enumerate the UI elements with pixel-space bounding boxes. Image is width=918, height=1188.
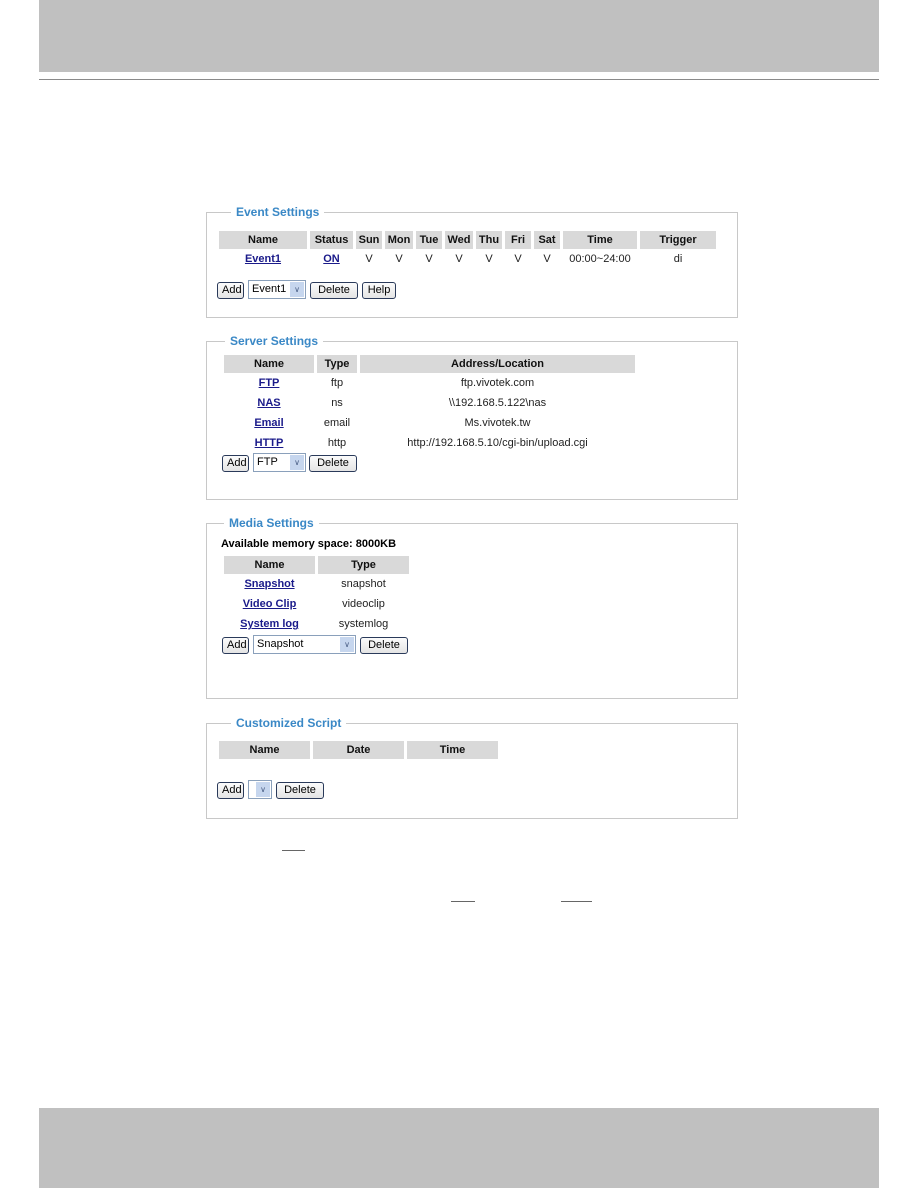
media-add-button[interactable]: Add xyxy=(222,637,249,654)
table-row: Video Clip videoclip xyxy=(224,594,409,614)
col-sat: Sat xyxy=(534,231,560,249)
server-name-link[interactable]: NAS xyxy=(257,397,280,409)
server-name-link[interactable]: Email xyxy=(254,417,283,429)
script-delete-button[interactable]: Delete xyxy=(276,782,324,799)
cell-address: http://192.168.5.10/cgi-bin/upload.cgi xyxy=(407,437,588,449)
media-table-header: Name Type xyxy=(224,556,409,574)
cell-type: ns xyxy=(331,397,343,409)
server-select-value: FTP xyxy=(257,456,278,468)
event-settings-panel: Event Settings Name Status Sun Mon Tue W… xyxy=(206,204,738,318)
col-name: Name xyxy=(224,355,314,373)
table-row: Email email Ms.vivotek.tw xyxy=(224,413,635,433)
event-status-link[interactable]: ON xyxy=(323,253,340,265)
header-banner xyxy=(39,0,879,72)
cell-address: ftp.vivotek.com xyxy=(460,377,535,389)
media-name-link[interactable]: Snapshot xyxy=(244,578,294,590)
media-table: Name Type Snapshot snapshot Video Clip v… xyxy=(221,556,412,634)
media-select[interactable]: Snapshot ∨ xyxy=(253,635,356,654)
server-delete-button[interactable]: Delete xyxy=(309,455,357,472)
cell-sat: V xyxy=(543,253,551,265)
customized-script-panel: Customized Script Name Date Time Add ∨ D… xyxy=(206,715,738,819)
media-name-link[interactable]: System log xyxy=(240,618,299,630)
col-name: Name xyxy=(219,231,307,249)
server-select[interactable]: FTP ∨ xyxy=(253,453,306,472)
cell-wed: V xyxy=(455,253,463,265)
underline-mark xyxy=(561,901,592,902)
script-table: Name Date Time xyxy=(216,741,501,759)
cell-mon: V xyxy=(395,253,403,265)
event-help-button[interactable]: Help xyxy=(362,282,396,299)
chevron-down-icon[interactable]: ∨ xyxy=(290,455,304,470)
col-address: Address/Location xyxy=(360,355,635,373)
footer-banner xyxy=(39,1108,879,1188)
customized-script-title: Customized Script xyxy=(231,715,347,731)
chevron-down-icon[interactable]: ∨ xyxy=(290,282,304,297)
script-select[interactable]: ∨ xyxy=(248,780,272,799)
event-select-value: Event1 xyxy=(252,283,287,295)
col-wed: Wed xyxy=(445,231,473,249)
media-name-link[interactable]: Video Clip xyxy=(243,598,297,610)
underline-mark xyxy=(451,901,475,902)
cell-sun: V xyxy=(365,253,373,265)
col-thu: Thu xyxy=(476,231,502,249)
server-settings-title: Server Settings xyxy=(225,333,324,349)
chevron-down-icon[interactable]: ∨ xyxy=(256,782,270,797)
script-add-button[interactable]: Add xyxy=(217,782,244,799)
media-select-value: Snapshot xyxy=(257,638,304,650)
event-delete-button[interactable]: Delete xyxy=(310,282,358,299)
cell-type: videoclip xyxy=(342,598,385,610)
col-status: Status xyxy=(310,231,353,249)
media-settings-panel: Media Settings Available memory space: 8… xyxy=(206,515,738,699)
server-table: Name Type Address/Location FTP ftp ftp.v… xyxy=(221,355,638,453)
cell-tue: V xyxy=(425,253,433,265)
underline-mark xyxy=(282,850,305,851)
chevron-down-icon[interactable]: ∨ xyxy=(340,637,354,652)
cell-type: http xyxy=(327,437,347,449)
col-tue: Tue xyxy=(416,231,442,249)
col-name: Name xyxy=(219,741,310,759)
cell-type: ftp xyxy=(330,377,344,389)
col-trigger: Trigger xyxy=(640,231,716,249)
available-memory: Available memory space: 8000KB xyxy=(221,538,397,550)
cell-address: \\192.168.5.122\nas xyxy=(448,397,547,409)
cell-address: Ms.vivotek.tw xyxy=(464,417,531,429)
cell-type: email xyxy=(323,417,351,429)
table-row: HTTP http http://192.168.5.10/cgi-bin/up… xyxy=(224,433,635,453)
media-settings-title: Media Settings xyxy=(224,515,319,531)
col-mon: Mon xyxy=(385,231,413,249)
table-row: NAS ns \\192.168.5.122\nas xyxy=(224,393,635,413)
server-name-link[interactable]: FTP xyxy=(259,377,280,389)
col-date: Date xyxy=(313,741,404,759)
event-select[interactable]: Event1 ∨ xyxy=(248,280,306,299)
col-sun: Sun xyxy=(356,231,382,249)
col-fri: Fri xyxy=(505,231,531,249)
event-name-link[interactable]: Event1 xyxy=(245,253,281,265)
event-settings-title: Event Settings xyxy=(231,204,325,220)
cell-type: snapshot xyxy=(341,578,386,590)
cell-fri: V xyxy=(514,253,522,265)
media-delete-button[interactable]: Delete xyxy=(360,637,408,654)
cell-thu: V xyxy=(485,253,493,265)
col-type: Type xyxy=(317,355,357,373)
table-row: Event1 ON V V V V V V V 00:00~24:00 di xyxy=(219,249,716,269)
table-row: FTP ftp ftp.vivotek.com xyxy=(224,373,635,393)
header-divider xyxy=(39,79,879,80)
col-time: Time xyxy=(563,231,637,249)
server-add-button[interactable]: Add xyxy=(222,455,249,472)
event-add-button[interactable]: Add xyxy=(217,282,244,299)
cell-trigger: di xyxy=(673,253,683,265)
server-name-link[interactable]: HTTP xyxy=(255,437,284,449)
server-settings-panel: Server Settings Name Type Address/Locati… xyxy=(206,333,738,500)
col-name: Name xyxy=(224,556,315,574)
col-type: Type xyxy=(318,556,409,574)
script-table-header: Name Date Time xyxy=(219,741,498,759)
cell-type: systemlog xyxy=(338,618,389,630)
table-row: Snapshot snapshot xyxy=(224,574,409,594)
table-row: System log systemlog xyxy=(224,614,409,634)
server-table-header: Name Type Address/Location xyxy=(224,355,635,373)
event-table: Name Status Sun Mon Tue Wed Thu Fri Sat … xyxy=(216,231,719,269)
cell-time: 00:00~24:00 xyxy=(569,253,631,265)
col-time: Time xyxy=(407,741,498,759)
event-table-header: Name Status Sun Mon Tue Wed Thu Fri Sat … xyxy=(219,231,716,249)
